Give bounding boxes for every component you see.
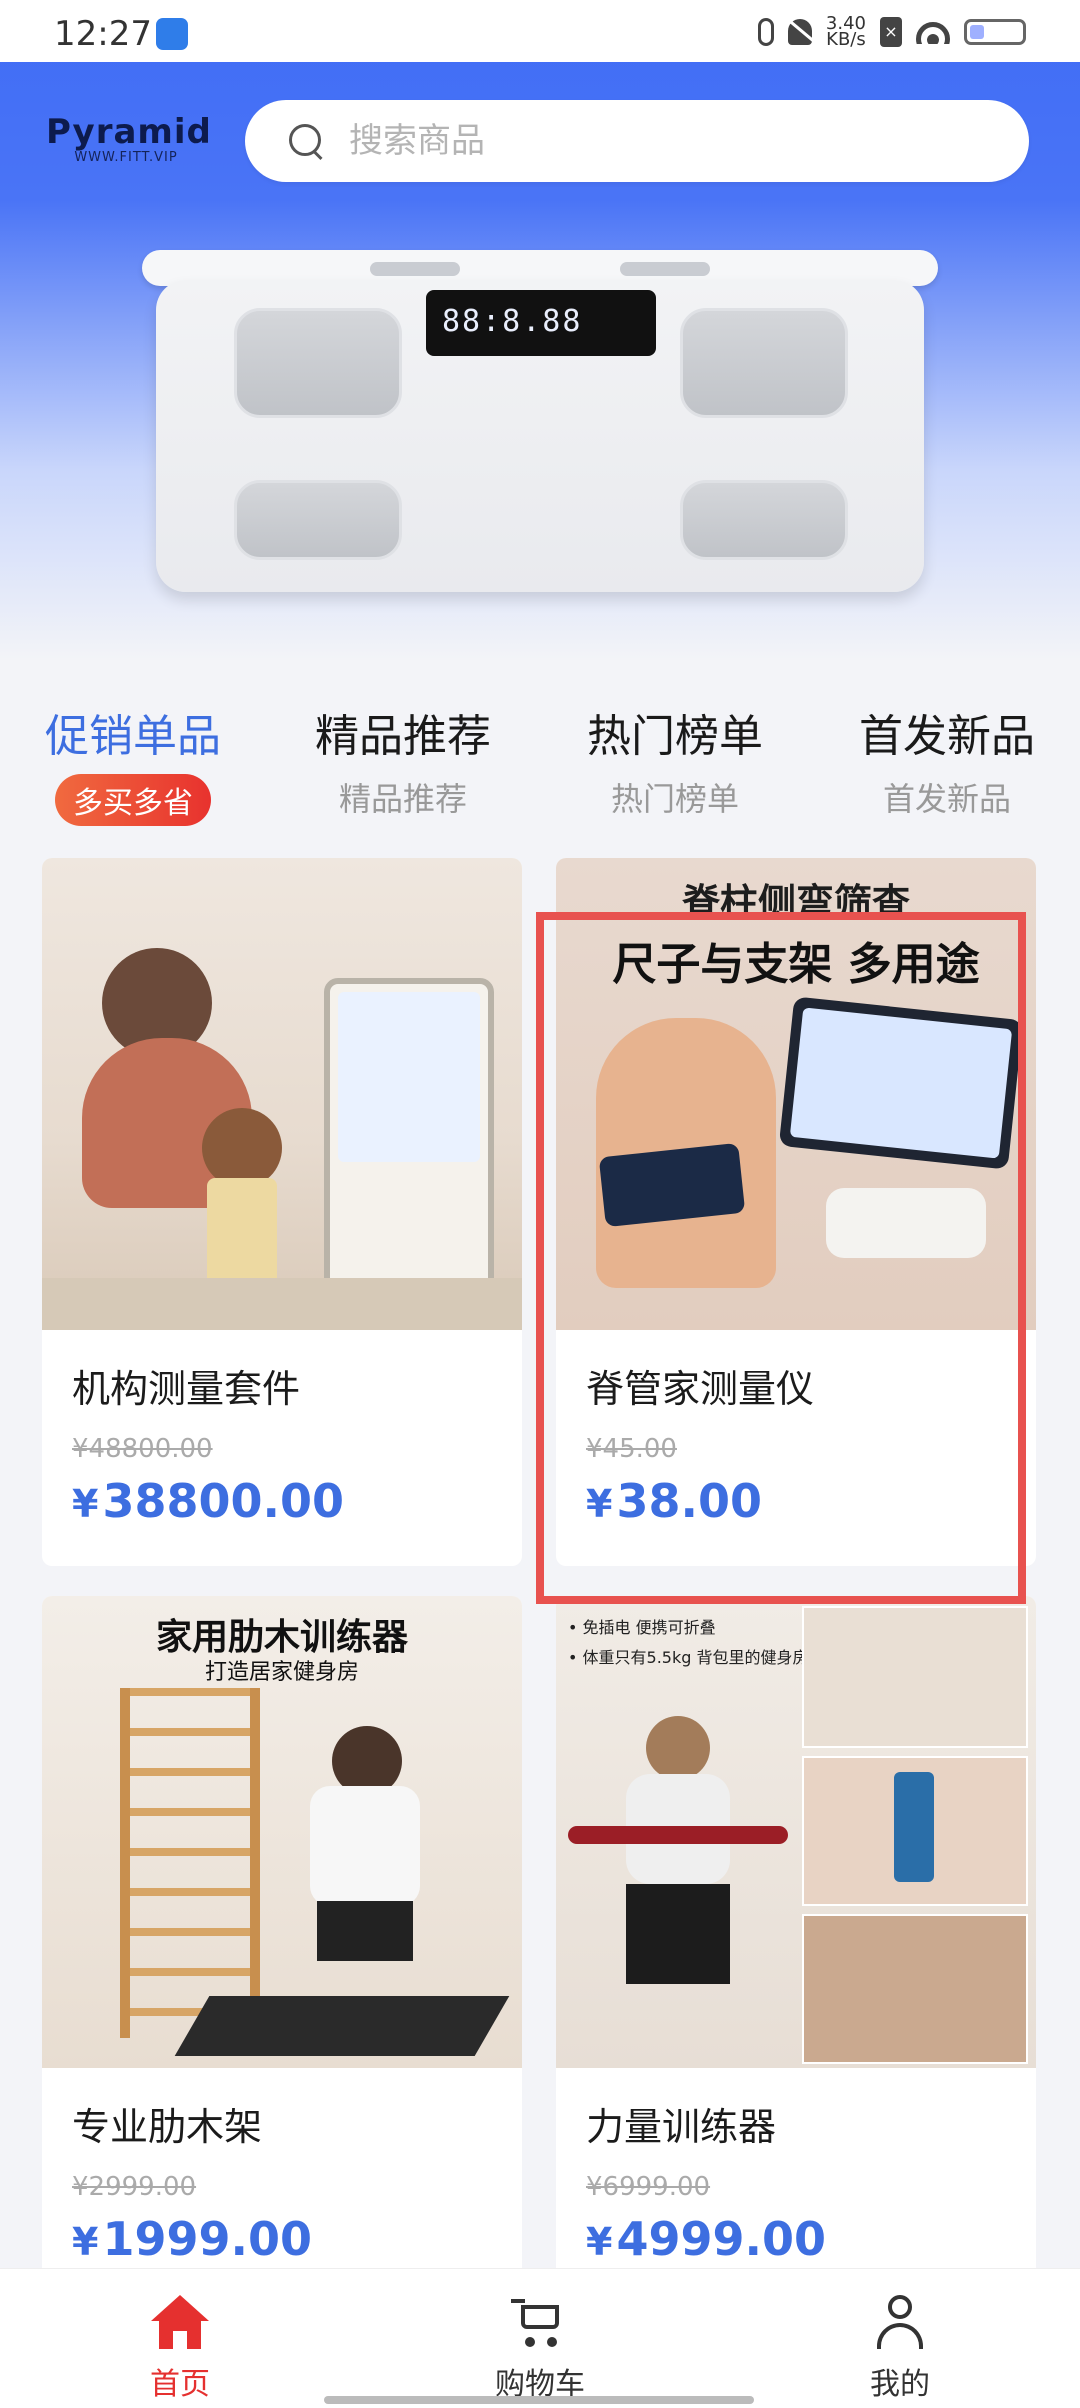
product-name: 机构测量套件 xyxy=(72,1367,301,1411)
product-image-feature-2: • 体重只有5.5kg 背包里的健身房 xyxy=(568,1648,809,1667)
product-price: ¥38800.00 xyxy=(72,1474,344,1528)
gesture-bar[interactable] xyxy=(324,2396,754,2404)
status-icons: 3.40 KB/s × xyxy=(757,12,1026,52)
tab-promotion[interactable]: 促销单品 多买多省 xyxy=(28,700,238,826)
tab-title: 热门榜单 xyxy=(587,711,763,762)
nav-profile[interactable]: 我的 xyxy=(810,2295,990,2403)
product-price-value: 4999.00 xyxy=(616,2212,826,2266)
network-speed-unit: KB/s xyxy=(826,29,866,50)
scale-pad xyxy=(680,308,848,418)
nav-home[interactable]: 首页 xyxy=(90,2295,270,2403)
product-name: 专业肋木架 xyxy=(72,2105,263,2149)
nav-cart[interactable]: 购物车 xyxy=(450,2295,630,2403)
category-tabs: 促销单品 多买多省 精品推荐 精品推荐 热门榜单 热门榜单 首发新品 首发新品 xyxy=(0,700,1080,826)
product-image[interactable] xyxy=(42,858,522,1330)
product-price-value: 38.00 xyxy=(616,1474,762,1528)
notification-app-icon xyxy=(156,18,188,50)
search-icon xyxy=(289,124,323,161)
status-time: 12:27 xyxy=(54,14,152,54)
product-card[interactable]: 机构测量套件 ¥48800.00 ¥38800.00 xyxy=(42,858,522,1566)
product-original-price: ¥2999.00 xyxy=(72,2172,197,2202)
currency-symbol: ¥ xyxy=(586,1482,613,1526)
sim-icon: × xyxy=(880,17,902,47)
scale-display-digits: 88:8.88 xyxy=(442,304,583,339)
logo-title: Pyramid xyxy=(46,112,212,152)
scale-display: 88:8.88 xyxy=(426,290,656,356)
product-image[interactable]: • 免插电 便携可折叠 • 体重只有5.5kg 背包里的健身房 xyxy=(556,1596,1036,2068)
logo[interactable]: Pyramid WWW.FITT.VIP xyxy=(46,112,212,165)
network-speed: 3.40 KB/s xyxy=(826,15,866,50)
wifi-icon xyxy=(916,20,950,44)
product-price: ¥4999.00 xyxy=(586,2212,826,2266)
tab-recommend[interactable]: 精品推荐 精品推荐 xyxy=(298,700,508,820)
product-price: ¥38.00 xyxy=(586,1474,762,1528)
bottom-navigation: 首页 购物车 我的 xyxy=(0,2268,1080,2408)
product-card[interactable]: • 免插电 便携可折叠 • 体重只有5.5kg 背包里的健身房 力量训练器 ¥6… xyxy=(556,1596,1036,2304)
product-name: 力量训练器 xyxy=(586,2105,777,2149)
tab-title: 首发新品 xyxy=(859,711,1035,762)
scale-body: 88:8.88 xyxy=(156,280,924,592)
product-card[interactable]: 脊柱侧弯筛查 尺子与支架 多用途 脊管家测量仪 ¥45.00 ¥38.00 xyxy=(556,858,1036,1566)
tab-title: 精品推荐 xyxy=(315,711,491,762)
nav-label: 首页 xyxy=(150,2367,210,2402)
page: 12:27 3.40 KB/s × Pyramid WWW.FITT.VIP 搜… xyxy=(0,0,1080,2408)
tab-subtitle: 首发新品 xyxy=(882,780,1011,818)
tab-subtitle: 精品推荐 xyxy=(338,780,467,818)
currency-symbol: ¥ xyxy=(72,1482,99,1526)
search-bar[interactable] xyxy=(245,100,1029,182)
cart-icon xyxy=(511,2295,569,2351)
battery-icon xyxy=(964,19,1026,45)
product-card[interactable]: 家用肋木训练器 打造居家健身房 专业肋木架 ¥2999.00 ¥1999.00 xyxy=(42,1596,522,2304)
product-image[interactable]: 脊柱侧弯筛查 尺子与支架 多用途 xyxy=(556,858,1036,1330)
mute-bell-icon xyxy=(787,19,812,45)
tab-title: 促销单品 xyxy=(45,711,221,762)
product-price: ¥1999.00 xyxy=(72,2212,312,2266)
search-input[interactable] xyxy=(347,120,951,162)
tab-badge: 多买多省 xyxy=(55,774,211,826)
currency-symbol: ¥ xyxy=(586,2220,613,2264)
product-image-headline: 家用肋木训练器 xyxy=(155,1617,408,1658)
product-name: 脊管家测量仪 xyxy=(586,1367,815,1411)
logo-subtitle: WWW.FITT.VIP xyxy=(74,150,178,165)
product-image-headline: 脊柱侧弯筛查 xyxy=(681,881,910,925)
product-price-value: 38800.00 xyxy=(102,1474,344,1528)
scale-pad xyxy=(680,480,848,560)
nav-label: 我的 xyxy=(870,2367,930,2402)
product-image-feature-1: • 免插电 便携可折叠 xyxy=(568,1618,716,1637)
user-icon xyxy=(871,2295,929,2351)
product-original-price: ¥48800.00 xyxy=(72,1434,213,1464)
product-original-price: ¥6999.00 xyxy=(586,2172,711,2202)
microphone-icon xyxy=(757,18,774,46)
product-price-value: 1999.00 xyxy=(102,2212,312,2266)
product-image-subheadline: 尺子与支架 多用途 xyxy=(612,939,980,990)
currency-symbol: ¥ xyxy=(72,2220,99,2264)
status-bar: 12:27 3.40 KB/s × xyxy=(0,0,1080,62)
tab-subtitle: 热门榜单 xyxy=(610,780,739,818)
banner-smart-scale-image[interactable]: 88:8.88 xyxy=(140,240,940,600)
home-icon xyxy=(151,2295,209,2351)
product-image[interactable]: 家用肋木训练器 打造居家健身房 xyxy=(42,1596,522,2068)
product-original-price: ¥45.00 xyxy=(586,1434,677,1464)
scale-pad xyxy=(234,480,402,560)
scale-pad xyxy=(234,308,402,418)
product-image-subheadline: 打造居家健身房 xyxy=(204,1660,359,1685)
tab-new-arrivals[interactable]: 首发新品 首发新品 xyxy=(842,700,1052,820)
tab-hot-list[interactable]: 热门榜单 热门榜单 xyxy=(570,700,780,820)
